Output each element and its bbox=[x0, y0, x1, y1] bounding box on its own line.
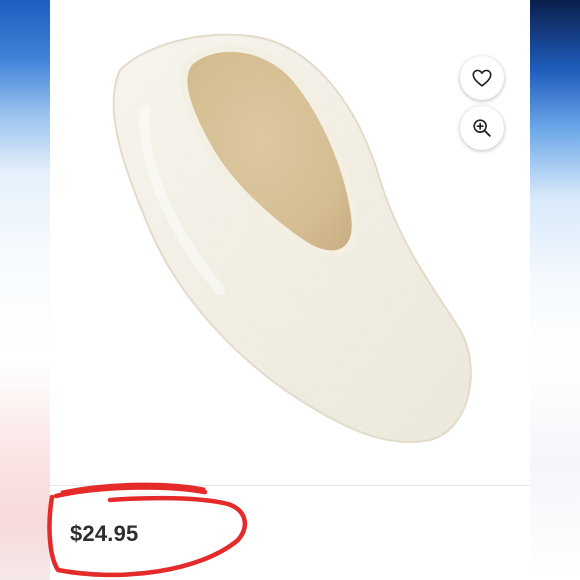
zoom-in-icon bbox=[473, 119, 491, 137]
product-card: $24.95 bbox=[50, 0, 530, 580]
heart-icon bbox=[472, 69, 492, 87]
right-background-strip bbox=[530, 0, 580, 580]
favorite-button[interactable] bbox=[460, 56, 504, 100]
left-background-strip bbox=[0, 0, 50, 580]
product-image[interactable] bbox=[50, 0, 530, 480]
image-divider bbox=[50, 485, 530, 486]
zoom-button[interactable] bbox=[460, 106, 504, 150]
product-price: $24.95 bbox=[70, 521, 139, 546]
slipper-photo bbox=[112, 33, 472, 444]
